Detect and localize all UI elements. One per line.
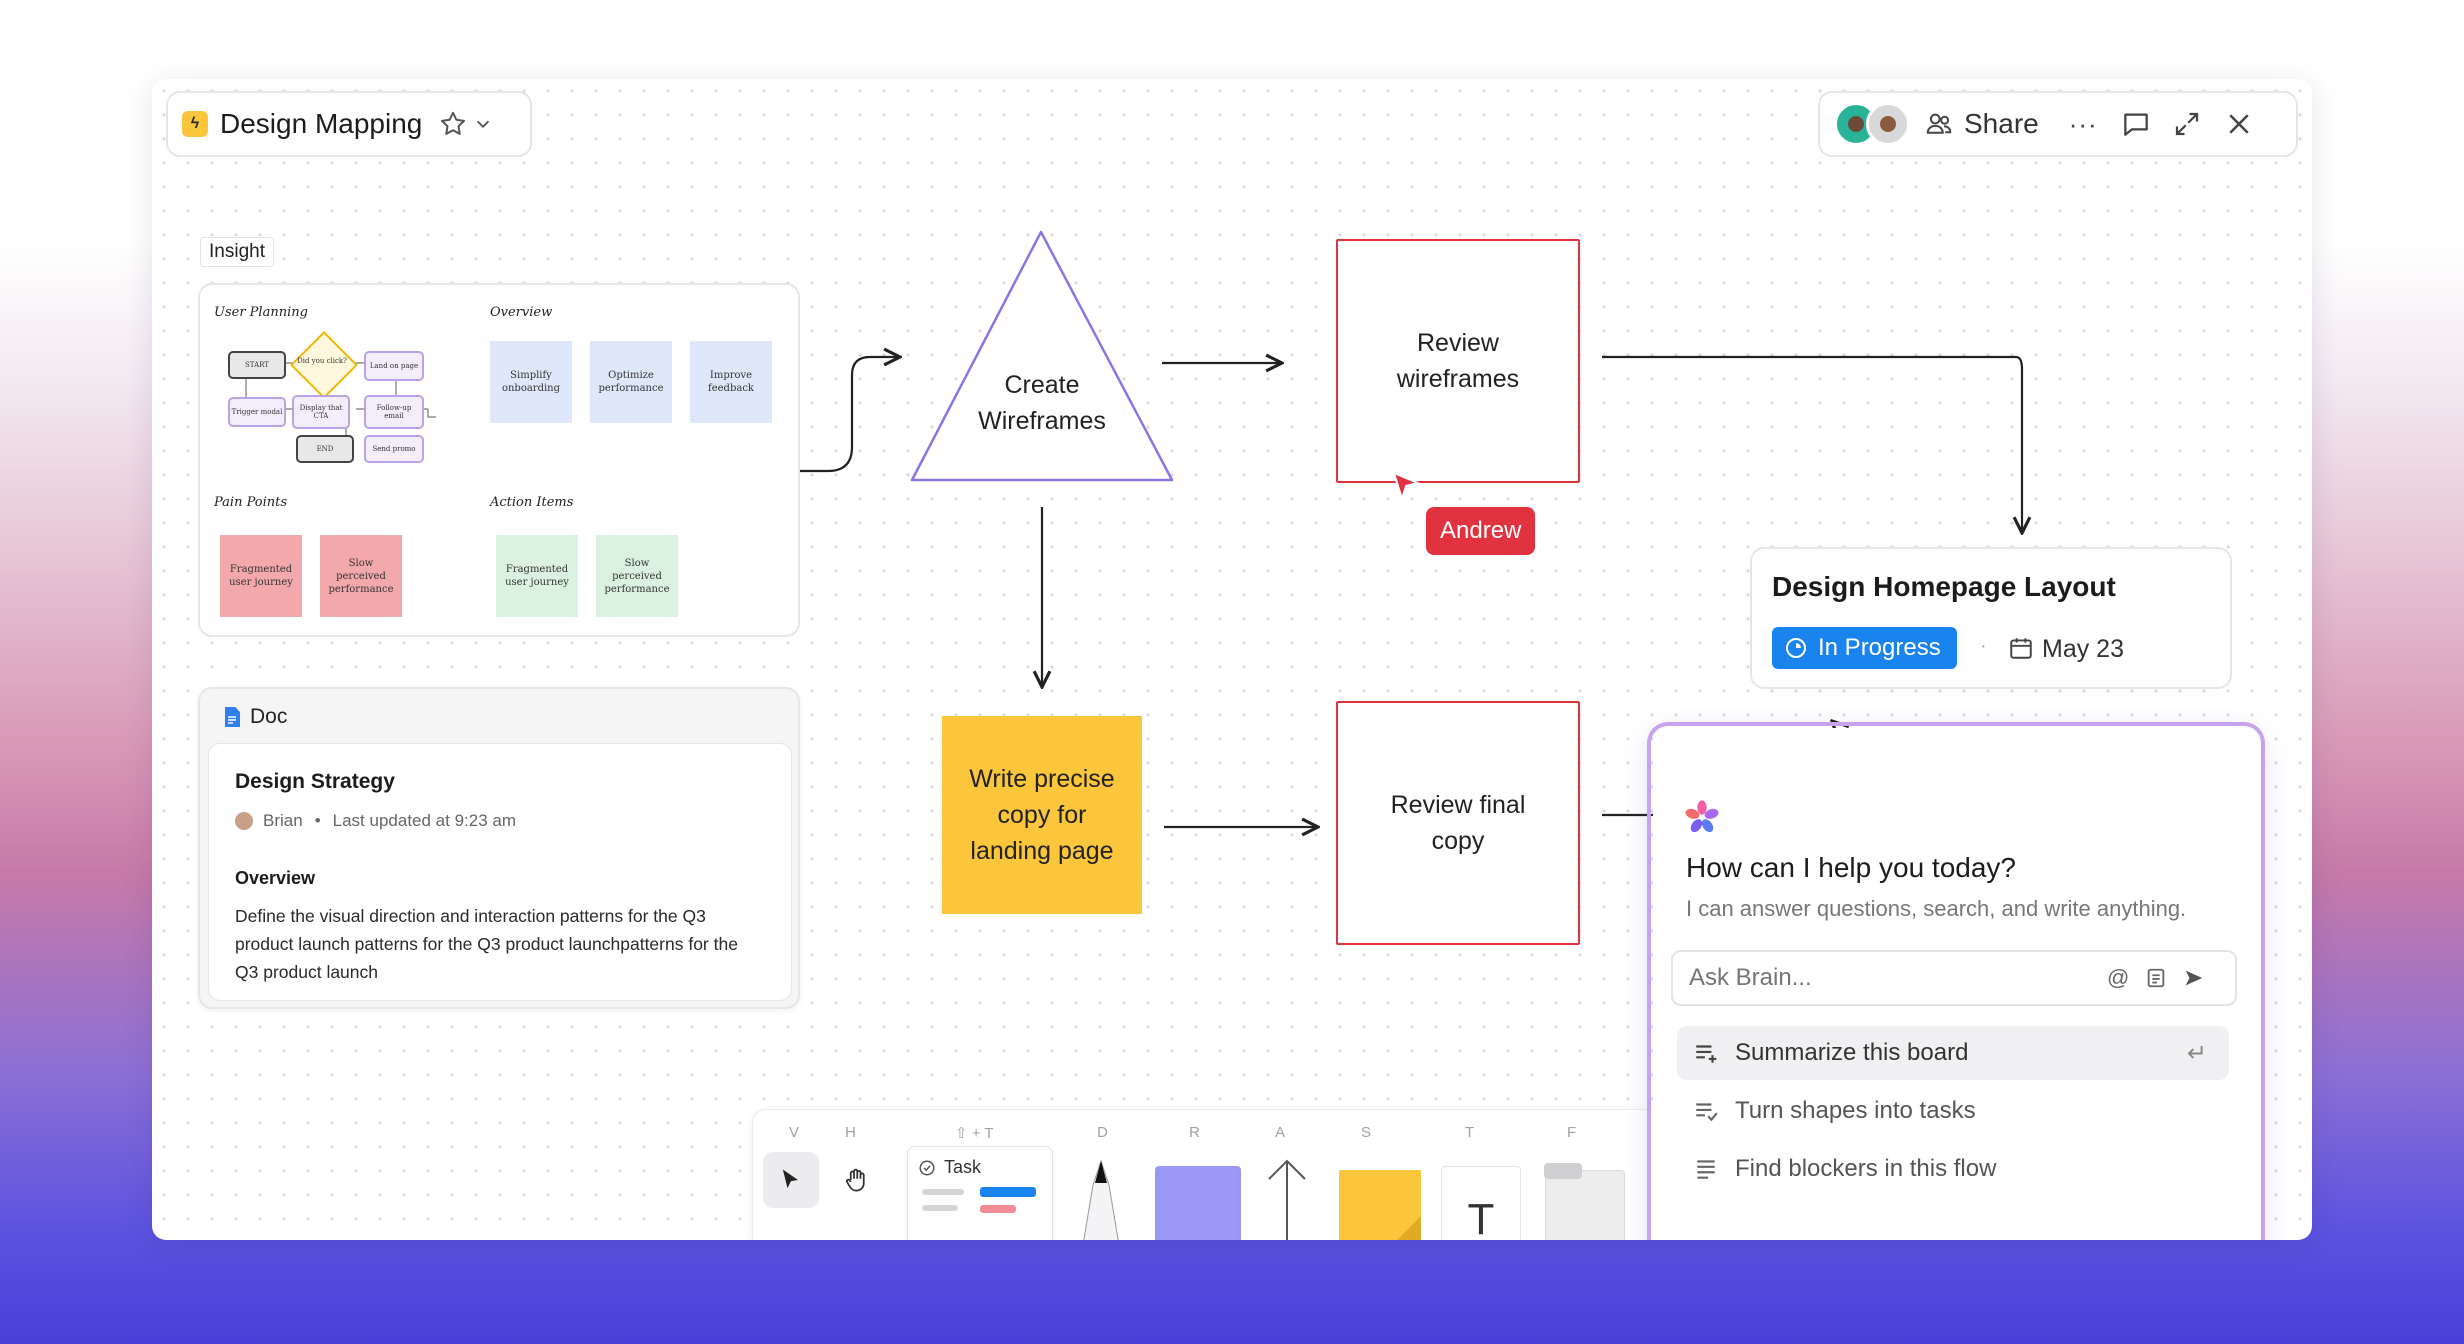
placeholder-line [980, 1187, 1036, 1197]
brain-logo-icon [1685, 800, 1719, 833]
shortcut-key: H [845, 1124, 856, 1141]
list-check-icon [1696, 1103, 1718, 1122]
task-tool-label: Task [944, 1157, 982, 1177]
brain-heading: How can I help you today? [1686, 852, 2016, 883]
shortcut-key: D [1097, 1124, 1108, 1141]
brain-search-input[interactable] [1687, 963, 2091, 993]
review-wireframes-box[interactable]: Review wireframes [1336, 239, 1580, 483]
sticky-fold-icon [1397, 1216, 1421, 1240]
pointer-icon [782, 1169, 798, 1189]
check-circle-icon [919, 1160, 935, 1175]
suggestion-label: Turn shapes into tasks [1735, 1097, 1976, 1124]
task-tool[interactable]: Task [907, 1146, 1053, 1240]
brain-subheading: I can answer questions, search, and writ… [1686, 896, 2187, 921]
sticky-note[interactable]: Write precise copy for landing page [942, 716, 1142, 914]
triangle-shape [910, 230, 1174, 482]
select-tool[interactable] [763, 1152, 819, 1208]
task-title: Design Homepage Layout [1772, 571, 2116, 602]
cursor-icon [1393, 472, 1419, 500]
arrow-up-icon [1268, 1159, 1306, 1240]
rectangle-tool[interactable] [1155, 1166, 1241, 1240]
calendar-icon [2010, 638, 2032, 659]
frame-tab [1544, 1163, 1582, 1179]
review-final-copy-box[interactable]: Review final copy [1336, 701, 1580, 945]
placeholder-line [922, 1189, 964, 1195]
pen-icon [1083, 1159, 1119, 1240]
hand-icon [845, 1168, 865, 1192]
suggestion-summarize[interactable]: Summarize this board ↵ [1677, 1026, 2229, 1080]
shortcut-key: S [1361, 1124, 1372, 1141]
cursor-user-label: Andrew [1426, 507, 1536, 555]
frame-tool[interactable] [1544, 1163, 1625, 1240]
whiteboard-window[interactable]: ϟ Design Mapping Share ··· Insight User … [152, 79, 2312, 1240]
attach-doc-icon[interactable] [2145, 967, 2167, 989]
text-glyph: T [1467, 1195, 1495, 1240]
brain-panel: How can I help you today? I can answer q… [1650, 725, 2262, 1240]
shortcut-key: F [1567, 1124, 1577, 1141]
status-text: In Progress [1818, 634, 1941, 661]
placeholder-line [980, 1205, 1016, 1213]
list-sparkle-icon [1696, 1045, 1717, 1063]
sticky-tool[interactable] [1339, 1170, 1421, 1240]
mention-icon[interactable]: @ [2107, 965, 2129, 991]
shortcut-key: V [789, 1124, 800, 1141]
suggestion-blockers[interactable]: Find blockers in this flow [1677, 1142, 2229, 1196]
separator-dot: · [1980, 635, 1987, 657]
send-icon[interactable] [2183, 967, 2205, 989]
shortcut-key: ⇧ + T [955, 1125, 994, 1142]
shortcut-key: A [1275, 1124, 1286, 1141]
enter-key-icon: ↵ [2186, 1039, 2207, 1067]
arrow-tool[interactable] [1259, 1150, 1315, 1240]
due-date: May 23 [2042, 635, 2124, 663]
shortcut-key: T [1465, 1124, 1475, 1141]
text-tool[interactable]: T [1441, 1166, 1521, 1240]
suggestion-label: Summarize this board [1735, 1039, 1969, 1066]
shortcut-key: R [1189, 1124, 1200, 1141]
suggestion-label: Find blockers in this flow [1735, 1155, 1997, 1182]
suggestion-tasks[interactable]: Turn shapes into tasks [1677, 1084, 2229, 1138]
list-icon [1697, 1160, 1715, 1179]
pen-tool[interactable] [1073, 1150, 1129, 1240]
task-card[interactable]: Design Homepage Layout In Progress · May… [1750, 547, 2232, 689]
brain-input-wrap: @ [1671, 950, 2237, 1006]
triangle-label[interactable]: Create Wireframes [962, 367, 1122, 439]
hand-tool[interactable] [829, 1152, 885, 1208]
placeholder-line [922, 1205, 958, 1211]
status-badge[interactable]: In Progress [1772, 627, 1957, 669]
in-progress-icon [1786, 638, 1806, 658]
